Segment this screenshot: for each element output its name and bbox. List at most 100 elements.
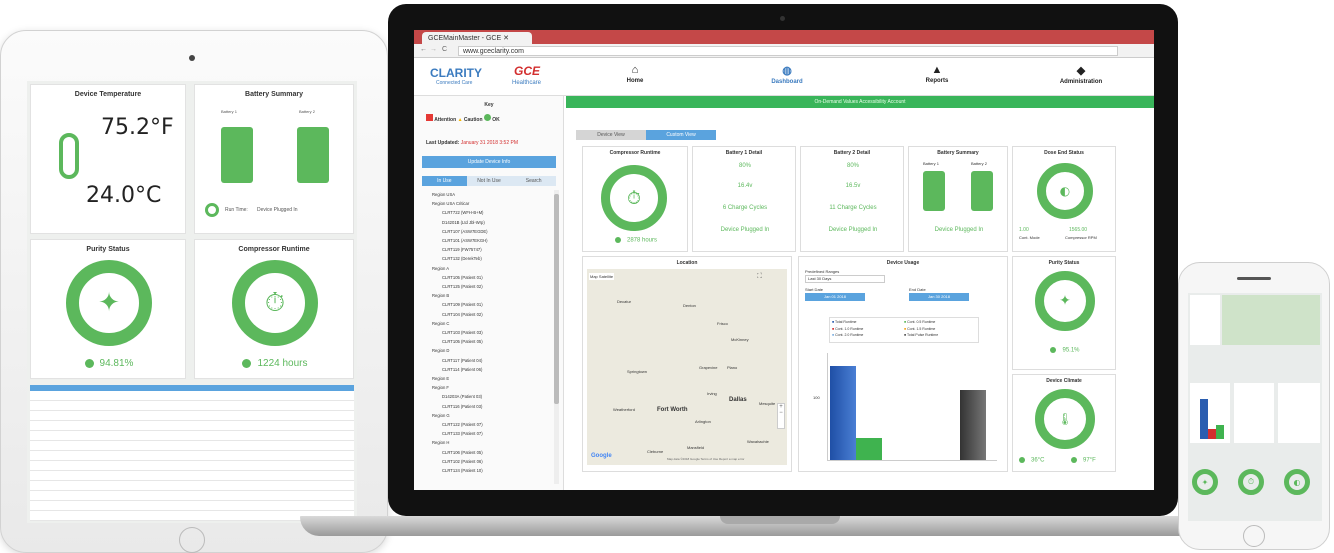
tree-device[interactable]: CLRT117 (Patient 04) [426,356,551,365]
forward-icon[interactable]: → [430,46,437,53]
map-type-button[interactable]: Map [590,274,598,279]
tree-device[interactable]: CLRT109 (Patient 01) [426,300,551,309]
phone-ring-icon: ⏱ [1238,469,1264,495]
tree-region[interactable]: Region C [426,319,551,328]
tree-region[interactable]: Region G [426,411,551,420]
nav-home[interactable]: ⌂ Home [590,64,680,84]
map[interactable]: Map Satellite ⛶ + − Google Map data ©2018… [587,269,787,465]
browser-tab[interactable]: GCEMainMaster - GCE ✕ [422,32,532,44]
tree-region[interactable]: Region F [426,383,551,392]
tab-device-view[interactable]: Device View [576,130,646,140]
legend-cont-05: Cont. 0.5 Runtime [907,320,936,324]
battery-1-status: Device Plugged In [720,227,770,233]
tree-region[interactable]: Region A [426,264,551,273]
tree-device[interactable]: CLRT105 (Patient 05) [426,337,551,346]
phone-bar-1 [1200,399,1208,439]
browser-tab-bar: GCEMainMaster - GCE ✕ [414,30,1154,44]
tree-device[interactable]: D14201B (Ltd Jbl-Wrp) [426,218,551,227]
climate-celsius: 36°C [1031,457,1045,464]
legend-cont-10: Cont. 1.0 Runtime [835,326,864,331]
tree-device[interactable]: CLRT114 (Patient 06) [426,365,551,374]
compressor-runtime-card: Compressor Runtime ⏱ 2878 hours [582,146,688,252]
tree-region[interactable]: Region USA Criticar [426,199,551,208]
back-icon[interactable]: ← [420,46,427,53]
scrollbar[interactable] [554,190,559,484]
update-device-info-button[interactable]: Update Device Info [422,156,556,168]
tablet-camera [189,55,195,61]
card-title: Purity Status [86,246,130,253]
tree-device[interactable]: CLRT122 (Patient 07) [426,420,551,429]
phone-device: ✦ ⏱ ◐ [1178,262,1330,550]
map-city-label: Fort Worth [657,407,688,413]
battery-1-cycles: 6 Charge Cycles [722,205,768,211]
key-legend: Attention ▲ Caution OK [426,114,500,123]
battery-1-detail-card: Battery 1 Detail 80% 16.4v 6 Charge Cycl… [692,146,796,252]
predefined-ranges-select[interactable]: Last 30 Days [805,275,885,283]
status-dot [614,237,621,243]
tree-device[interactable]: CLRT132 (DerekTeb) [426,254,551,263]
tree-device[interactable]: CLRT105 (Patient 01) [426,273,551,282]
tree-device[interactable]: CLRT102 (Patient 06) [426,457,551,466]
tree-device[interactable]: CLRT119 (FW75747) [426,245,551,254]
card-title: Device Usage [886,260,920,266]
nav-administration[interactable]: ◆ Administration [1036,64,1126,85]
zoom-control[interactable]: + − [777,403,785,429]
url-input[interactable]: www.gceclarity.com [458,46,1118,56]
tree-device[interactable]: CLRT125 (Patient 02) [426,282,551,291]
map-city-label: Dallas [729,397,747,403]
tree-region[interactable]: Region USA [426,190,551,199]
satellite-type-button[interactable]: Satellite [599,274,613,279]
tree-region[interactable]: Region E [426,374,551,383]
nav-dashboard[interactable]: ◍ Dashboard [742,64,832,85]
phone-climate-card [1278,383,1320,443]
compressor-rpm-value: 1565.00 [1069,227,1088,233]
tree-device[interactable]: CLRT106 (Patient 05) [426,448,551,457]
reload-icon[interactable]: C [442,46,447,53]
climate-fahrenheit: 97°F [1083,457,1096,464]
battery-summary-card: Battery Summary Battery 1 Battery 2 Run … [194,84,354,234]
fullscreen-icon[interactable]: ⛶ [757,273,762,281]
battery-2-detail-card: Battery 2 Detail 80% 16.5v 11 Charge Cyc… [800,146,904,252]
tree-device[interactable]: CLRT101 (ASW7EKGH) [426,236,551,245]
tree-device[interactable]: CLRT103 (Patient 03) [426,328,551,337]
scrollbar-thumb[interactable] [554,194,559,404]
legend-total-runtime: Total Runtime [835,320,857,324]
tab-custom-view[interactable]: Custom View [646,130,716,140]
map-city-label: Weatherford [613,407,635,412]
bar-total-pulse [960,390,986,460]
tree-device[interactable]: CLRT116 (Patient 03) [426,402,551,411]
clarity-logo: CLARITY [430,66,482,80]
close-icon[interactable]: ✕ [503,35,509,42]
battery-summary-card: Battery Summary Battery 1 Battery 2 Devi… [908,146,1008,252]
phone-home-button[interactable] [1243,525,1265,547]
compressor-runtime-card: Compressor Runtime ⏱ 1224 hours [194,239,354,379]
tree-device[interactable]: CLRT722 (WFH-B+M) [426,208,551,217]
tab-not-in-use[interactable]: Not In Use [467,176,512,186]
nav-reports[interactable]: ▲ Reports [892,64,982,84]
device-status: Device Plugged In [934,227,984,233]
start-date-input[interactable]: Jan 01 2018 [805,293,865,301]
tree-device[interactable]: D14203A (Patient 03) [426,392,551,401]
dose-end-status-card: Dose End Status ◐ 1.00 Cont. Mode 1565.0… [1012,146,1116,252]
map-city-label: Cleburne [647,449,664,454]
tree-device[interactable]: CLRT107 (ASW7EGDE) [426,227,551,236]
home-button[interactable] [179,527,205,553]
y-tick: 100 [813,395,820,400]
bar-cont-05 [856,438,882,460]
cont-mode-value: 1.00 [1019,227,1029,233]
tree-device[interactable]: CLRT133 (Patient 07) [426,429,551,438]
tree-region[interactable]: Region D [426,346,551,355]
compressor-value: 1224 hours [257,358,308,369]
tree-device[interactable]: CLRT124 (Patient 10) [426,466,551,475]
card-title: Compressor Runtime [238,246,310,253]
end-date-input[interactable]: Jan 30 2018 [909,293,969,301]
tree-device[interactable]: CLRT104 (Patient 02) [426,310,551,319]
device-usage-card: Device Usage Predefined Ranges Last 30 D… [798,256,1008,472]
tree-region[interactable]: Region H [426,438,551,447]
tab-in-use[interactable]: In Use [422,176,467,186]
compressor-value: 2878 hours [626,237,658,244]
nav-label: Home [626,78,644,84]
tab-search[interactable]: Search [511,176,556,186]
tree-region[interactable]: Region B [426,291,551,300]
legend-total-pulse: Total Pulse Runtime [907,333,939,338]
